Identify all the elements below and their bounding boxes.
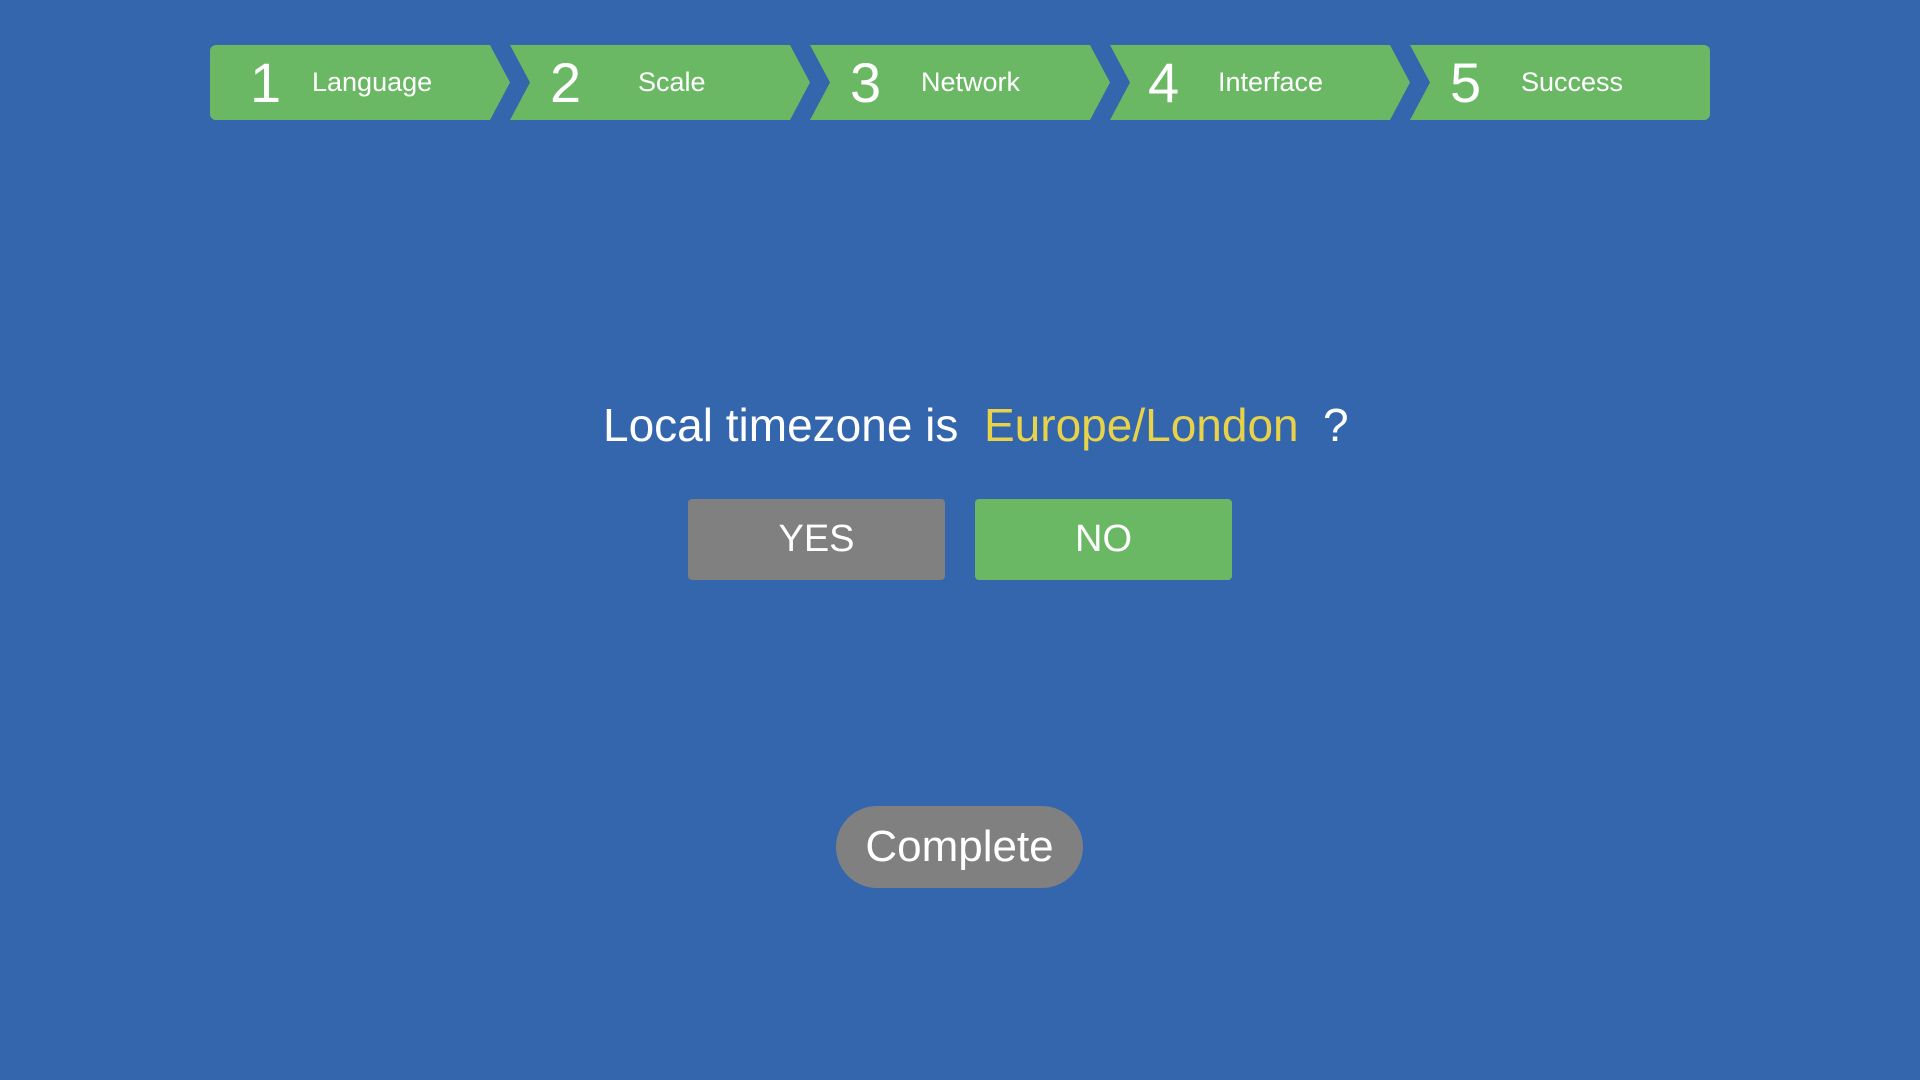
step-number: 3 — [850, 51, 882, 114]
step-label: Scale — [638, 67, 706, 97]
timezone-question: Local timezone is Europe/London ? — [0, 390, 1920, 460]
step-number: 4 — [1148, 51, 1180, 114]
step-label: Success — [1521, 67, 1624, 97]
question-prefix: Local timezone is — [603, 399, 959, 451]
step-label: Network — [921, 67, 1021, 97]
step-language: 1 Language — [210, 45, 510, 120]
no-button[interactable]: NO — [975, 499, 1232, 580]
timezone-value: Europe/London — [984, 399, 1299, 451]
step-scale: 2 Scale — [510, 45, 810, 120]
step-network: 3 Network — [810, 45, 1110, 120]
step-number: 1 — [250, 51, 282, 114]
question-mark: ? — [1323, 399, 1349, 451]
step-label: Interface — [1218, 67, 1324, 97]
step-success: 5 Success — [1410, 45, 1710, 120]
complete-button[interactable]: Complete — [836, 806, 1083, 888]
setup-wizard: 1 Language 2 Scale 3 Network 4 Interface… — [0, 0, 1920, 1080]
step-interface: 4 Interface — [1110, 45, 1410, 120]
step-number: 2 — [550, 51, 582, 114]
step-label: Language — [312, 67, 433, 97]
yes-button[interactable]: YES — [688, 499, 945, 580]
wizard-stepper: 1 Language 2 Scale 3 Network 4 Interface… — [210, 45, 1710, 120]
step-number: 5 — [1450, 51, 1482, 114]
